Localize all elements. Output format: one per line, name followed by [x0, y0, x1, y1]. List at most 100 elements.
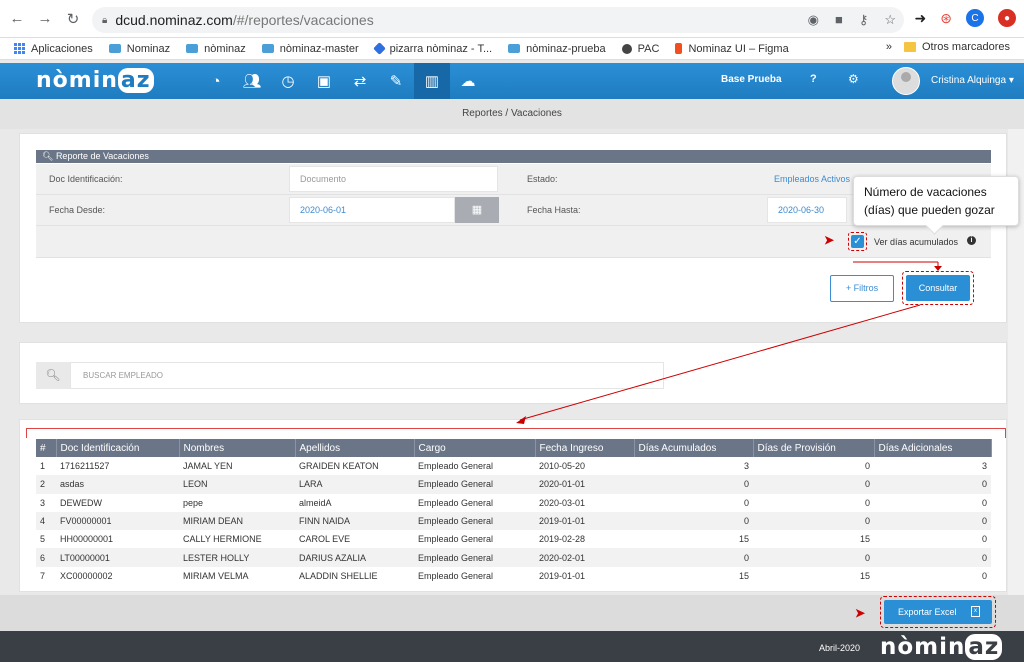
- table-cell: LESTER HOLLY: [179, 548, 295, 567]
- more-bookmarks-icon[interactable]: »: [886, 41, 892, 53]
- forward-arrow-icon[interactable]: →: [34, 8, 56, 30]
- search-icon: 🔍︎: [36, 362, 70, 389]
- search-input[interactable]: BUSCAR EMPLEADO: [70, 362, 664, 389]
- export-excel-button[interactable]: Exportar Excel x: [884, 600, 992, 624]
- help-icon[interactable]: ?: [810, 73, 817, 85]
- table-cell: MIRIAM DEAN: [179, 511, 295, 531]
- bookmark-nominaz-prueba[interactable]: nòminaz-prueba: [508, 43, 606, 55]
- filtros-button[interactable]: + Filtros: [830, 275, 894, 302]
- cloud-icon: [186, 44, 199, 53]
- table-cell: LT00000001: [56, 548, 179, 567]
- handshake-icon[interactable]: ⇄: [342, 63, 378, 99]
- fecha-desde-input[interactable]: 2020-06-01: [289, 197, 455, 223]
- table-row[interactable]: 5 HH00000001 CALLY HERMIONE CAROL EVE Emplea…: [36, 530, 991, 548]
- location-icon[interactable]: ◉: [808, 12, 819, 28]
- table-row[interactable]: 7 XC00000002 MIRIAM VELMA ALADDIN SHELLIE Em…: [36, 567, 991, 585]
- annotation-highlight: [848, 232, 867, 251]
- tooltip-line: Número de vacaciones: [864, 185, 987, 199]
- table-cell: 1716211527: [60, 461, 110, 472]
- bookmark-label: nòminaz-prueba: [526, 42, 606, 55]
- table-cell: 15: [738, 570, 749, 581]
- dashboard-icon[interactable]: ◔: [198, 63, 234, 99]
- footer-date: Abril-2020: [819, 643, 861, 653]
- table-cell: Empleado General: [418, 461, 494, 472]
- column-header[interactable]: Apellidos: [295, 439, 415, 457]
- key-icon[interactable]: ⚷: [859, 12, 869, 28]
- table-cell: 2010-05-20: [539, 461, 586, 472]
- table-row[interactable]: 3 DEWEDW pepe almeidA Empleado General 2020-0…: [36, 494, 991, 512]
- cloud-upload-icon[interactable]: ☁: [450, 63, 486, 99]
- profile-avatar[interactable]: C: [966, 9, 984, 27]
- table-cell: 0: [981, 570, 987, 581]
- tooltip-line: (días) que pueden gozar: [864, 203, 995, 217]
- bookmark-figma[interactable]: Nominaz UI – Figma: [675, 43, 789, 55]
- calendar-icon[interactable]: ▦: [455, 197, 499, 223]
- table-cell: 1: [40, 461, 46, 472]
- company-name[interactable]: Base Prueba: [721, 74, 782, 85]
- nominaz-logo[interactable]: nòmin az: [36, 68, 154, 93]
- address-bar[interactable]: 🔒︎ dcud.nominaz.com/#/reportes/vacacione…: [92, 7, 904, 33]
- table-row[interactable]: 6 LT00000001 LESTER HOLLY DARIUS AZALIA Empl…: [36, 548, 991, 567]
- reload-icon[interactable]: ↻: [62, 8, 84, 30]
- column-header[interactable]: Días de Provisión: [753, 439, 875, 457]
- briefcase-icon[interactable]: ▣: [306, 63, 342, 99]
- chart-icon[interactable]: ▥: [414, 63, 450, 99]
- logo-text: nòmin: [880, 634, 966, 660]
- bookmark-nominaz-master[interactable]: nòminaz-master: [261, 43, 359, 55]
- logo-text: nòmin: [36, 68, 118, 93]
- consultar-button[interactable]: Consultar: [906, 275, 970, 301]
- estado-select[interactable]: Empleados Activos: [774, 174, 850, 184]
- users-icon[interactable]: 👥︎: [234, 63, 270, 99]
- clock-icon[interactable]: ◷: [270, 63, 306, 99]
- star-icon[interactable]: ☆: [884, 12, 896, 28]
- table-cell: DARIUS AZALIA: [295, 548, 414, 567]
- bookmark-nominaz[interactable]: Nominaz: [108, 43, 170, 55]
- avatar[interactable]: [892, 67, 920, 95]
- back-arrow-icon[interactable]: ←: [6, 8, 28, 30]
- table-cell: 0: [634, 511, 753, 531]
- table-cell: 0: [753, 511, 874, 531]
- document-input[interactable]: Documento: [289, 166, 498, 192]
- other-bookmarks[interactable]: Otros marcadores: [922, 41, 1010, 53]
- column-header[interactable]: #: [36, 439, 57, 457]
- column-header[interactable]: Doc Identificación: [56, 439, 180, 457]
- table-row[interactable]: 1 1716211527 JAMAL YEN GRAIDEN KEATON Emplea…: [36, 457, 991, 475]
- camera-icon[interactable]: ■: [835, 12, 843, 28]
- table-row[interactable]: 4 FV00000001 MIRIAM DEAN FINN NAIDA Empleado…: [36, 511, 991, 531]
- share-arrow-icon[interactable]: ➜: [915, 10, 927, 27]
- extension-icon[interactable]: ⊛: [940, 10, 952, 27]
- column-header[interactable]: Fecha Ingreso: [535, 439, 635, 457]
- column-header[interactable]: Días Acumulados: [634, 439, 754, 457]
- table-row[interactable]: 2 asdas LEON LARA Empleado General 2020-01-01…: [36, 475, 991, 494]
- logo-az: az: [117, 68, 154, 93]
- extension-red-icon[interactable]: ●: [998, 9, 1016, 27]
- bookmark-pac[interactable]: PAC: [621, 43, 659, 55]
- column-header[interactable]: Días Adicionales: [874, 439, 992, 457]
- annotation-arrow-icon: ➤: [855, 606, 866, 620]
- lock-icon: 🔒︎: [102, 14, 108, 26]
- bookmark-pizarra[interactable]: pizarra nòminaz - T...: [372, 42, 492, 55]
- form-row-doc: Doc Identificación: Documento Estado: Em…: [36, 164, 991, 195]
- panel-title-text: Reporte de Vacaciones: [55, 151, 149, 161]
- table-cell: 15: [738, 534, 749, 545]
- table-cell: pepe: [183, 497, 204, 508]
- table-cell: FV00000001: [56, 511, 179, 531]
- user-menu[interactable]: Cristina Alquinga ▾: [931, 75, 1014, 86]
- table-cell: 0: [864, 461, 870, 472]
- table-cell: HH00000001: [60, 534, 114, 545]
- table-header-row: # Doc Identificación Nombres Apellidos C…: [36, 439, 992, 457]
- fecha-hasta-input[interactable]: 2020-06-30: [767, 197, 847, 223]
- table-cell: MIRIAM VELMA: [183, 570, 249, 581]
- edit-icon[interactable]: ✎: [378, 63, 414, 99]
- table-cell: 2019-01-01: [539, 570, 586, 581]
- column-header[interactable]: Nombres: [179, 439, 296, 457]
- table-cell: 0: [634, 548, 753, 567]
- table-cell: LEON: [179, 475, 295, 494]
- column-header[interactable]: Cargo: [414, 439, 536, 457]
- settings-icon[interactable]: ⚙: [848, 72, 859, 86]
- table-cell: JAMAL YEN: [183, 461, 233, 472]
- info-icon[interactable]: i: [967, 236, 976, 245]
- bookmark-apps[interactable]: Aplicaciones: [14, 43, 93, 55]
- table-cell: almeidA: [299, 497, 332, 508]
- bookmark-nominaz-2[interactable]: nòminaz: [186, 43, 246, 55]
